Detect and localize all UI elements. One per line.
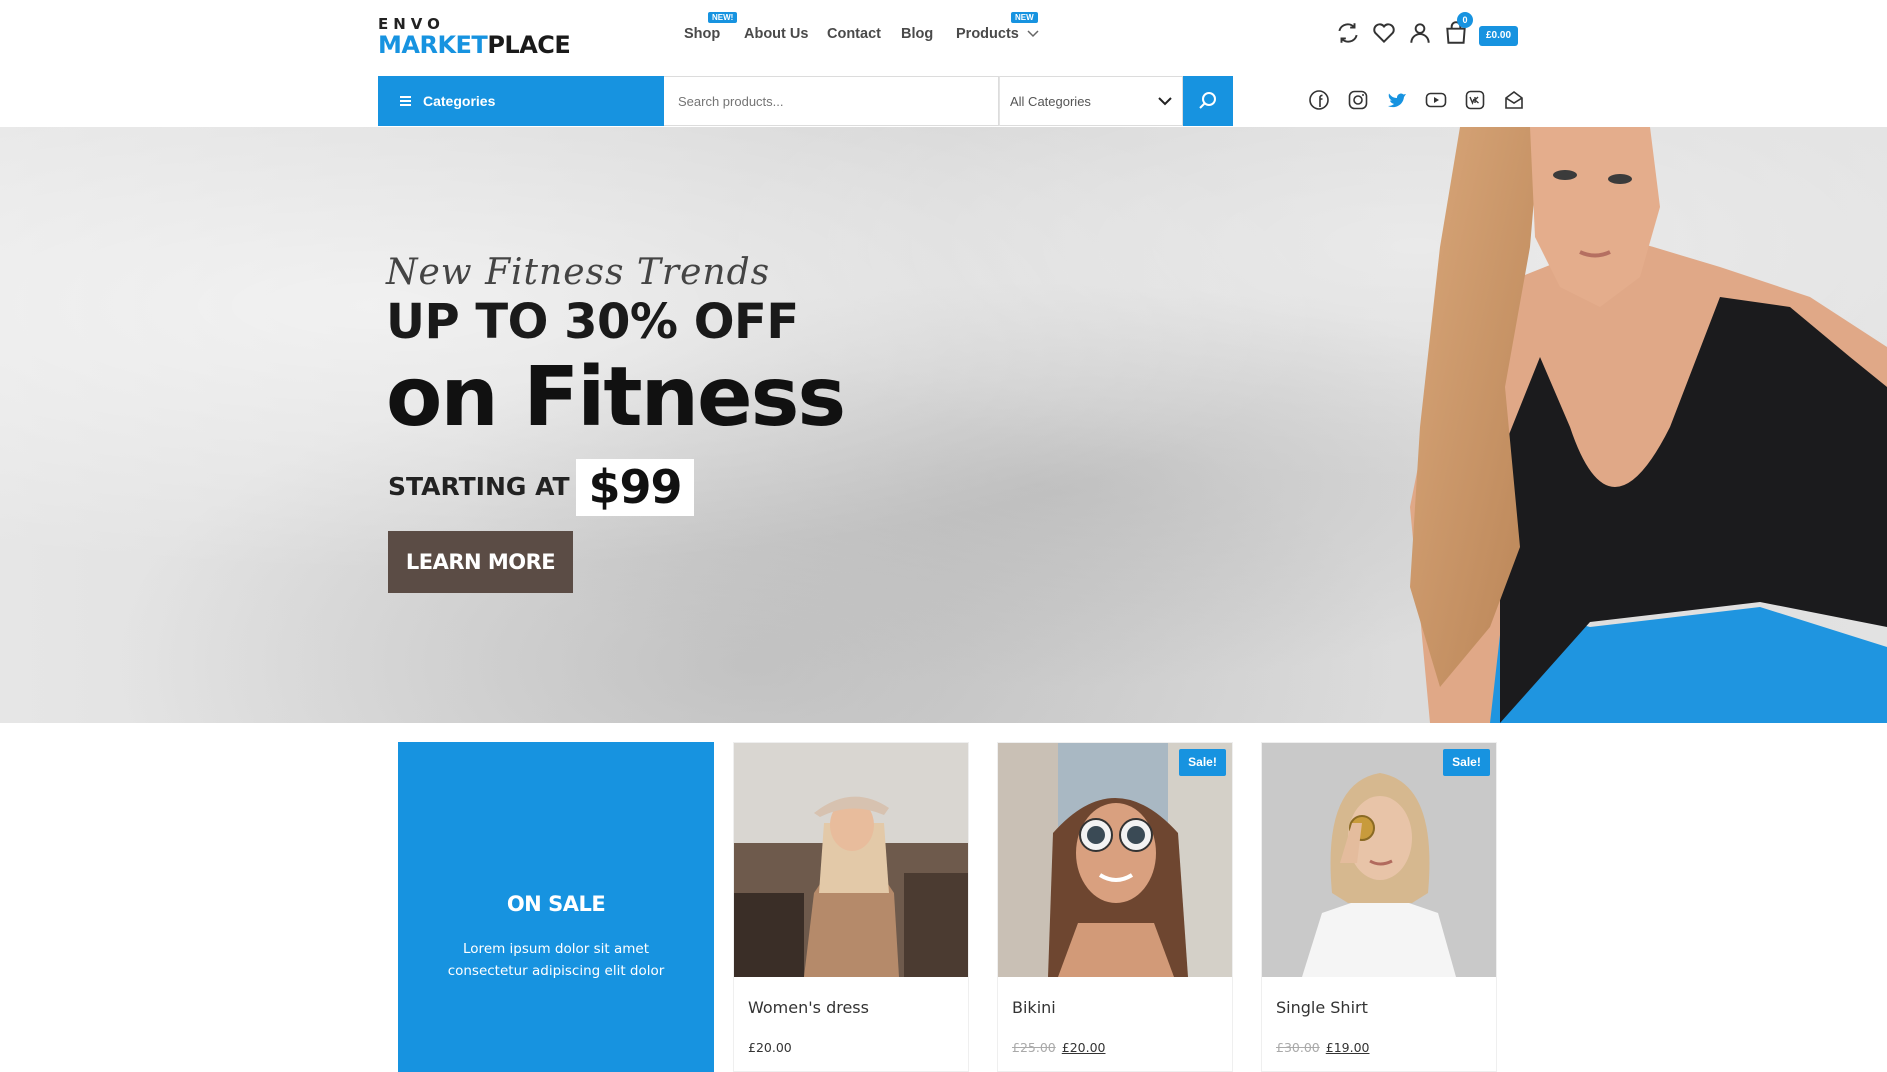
facebook-icon[interactable] [1308, 89, 1330, 111]
product-image[interactable] [998, 743, 1232, 977]
cart-total[interactable]: £0.00 [1479, 26, 1519, 46]
hero-headline: UP TO 30% OFF [386, 294, 799, 350]
promo-text: Lorem ipsum dolor sit amet consectetur a… [447, 941, 665, 979]
hero-model-image [1410, 127, 1887, 723]
nav-about-us[interactable]: About Us [744, 26, 808, 42]
nav-products[interactable]: Products [956, 26, 1039, 42]
hero-starting-label: STARTING AT [388, 472, 570, 501]
nav-blog[interactable]: Blog [901, 26, 933, 42]
nav-contact[interactable]: Contact [827, 26, 881, 42]
nav-shop[interactable]: Shop [684, 26, 720, 42]
account-icon[interactable] [1407, 20, 1433, 46]
category-select[interactable]: All Categories [999, 76, 1183, 126]
product-name[interactable]: Bikini [1012, 998, 1056, 1017]
price-old: £30.00 [1276, 1040, 1320, 1055]
product-name[interactable]: Women's dress [748, 998, 869, 1017]
categories-button[interactable]: Categories [378, 76, 664, 126]
compare-icon[interactable] [1335, 20, 1361, 46]
product-price: £20.00 [748, 1040, 792, 1055]
price-old: £25.00 [1012, 1040, 1056, 1055]
search-icon [1199, 92, 1216, 109]
logo-top-text: ENVO [378, 15, 445, 33]
promo-title: ON SALE [506, 892, 606, 916]
menu-icon [400, 94, 411, 108]
wishlist-icon[interactable] [1371, 20, 1397, 46]
hero-headline-large: on Fitness [386, 350, 846, 445]
product-price: £30.00 £19.00 [1276, 1040, 1370, 1055]
cart-count-badge: 0 [1457, 12, 1473, 28]
vk-icon[interactable] [1464, 89, 1486, 111]
on-sale-promo[interactable]: ON SALE Lorem ipsum dolor sit amet conse… [398, 742, 714, 1072]
product-image[interactable] [734, 743, 968, 977]
sale-badge: Sale! [1179, 749, 1226, 776]
hero-subtitle: New Fitness Trends [386, 252, 771, 293]
price-current: £20.00 [748, 1040, 792, 1055]
email-icon[interactable] [1503, 89, 1525, 111]
hero-price: $99 [576, 459, 694, 516]
product-card[interactable]: Women's dress £20.00 [733, 742, 969, 1072]
logo-word-market: MARKET [378, 31, 488, 59]
youtube-icon[interactable] [1425, 89, 1447, 111]
product-price: £25.00 £20.00 [1012, 1040, 1106, 1055]
product-image[interactable] [1262, 743, 1496, 977]
category-select-value: All Categories [1010, 93, 1091, 109]
chevron-down-icon [1027, 30, 1039, 38]
categories-label: Categories [423, 93, 496, 109]
product-card[interactable]: Sale! Single Shirt £30.00 £19.00 [1261, 742, 1497, 1072]
product-name[interactable]: Single Shirt [1276, 998, 1368, 1017]
learn-more-button[interactable]: LEARN MORE [388, 531, 573, 593]
search-input[interactable] [664, 76, 999, 126]
sale-badge: Sale! [1443, 749, 1490, 776]
site-logo[interactable]: ENVO MARKETPLACE [378, 15, 578, 59]
price-current: £20.00 [1061, 1040, 1106, 1055]
twitter-icon[interactable] [1386, 89, 1408, 111]
nav-shop-new-badge: NEW! [708, 12, 738, 23]
product-card[interactable]: Sale! Bikini £25.00 £20.00 [997, 742, 1233, 1072]
nav-products-new-badge: NEW [1011, 12, 1038, 23]
search-button[interactable] [1183, 76, 1233, 126]
instagram-icon[interactable] [1347, 89, 1369, 111]
logo-word-place: PLACE [487, 31, 571, 59]
chevron-down-icon [1158, 96, 1172, 105]
price-current: £19.00 [1325, 1040, 1370, 1055]
